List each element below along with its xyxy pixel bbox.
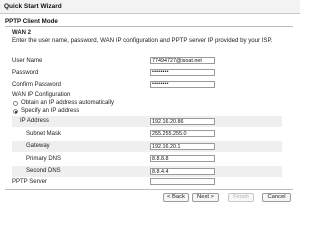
obtain-ip-auto-radio[interactable]: [13, 101, 18, 106]
finish-button-label: Finish: [233, 194, 249, 200]
subnet-mask-input[interactable]: [150, 130, 215, 137]
ip-address-row-bg: [12, 116, 282, 127]
user-name-label: User Name: [12, 58, 43, 64]
confirm-password-label: Confirm Password: [12, 82, 62, 88]
finish-button[interactable]: Finish: [228, 193, 254, 202]
wizard-title-bar: Quick Start Wizard: [0, 0, 300, 14]
section-divider: [5, 26, 293, 27]
password-label: Password: [12, 70, 39, 76]
user-name-input[interactable]: [150, 57, 215, 64]
cancel-button[interactable]: Cancel: [262, 193, 291, 202]
back-button[interactable]: < Back: [163, 193, 189, 202]
back-button-label: < Back: [167, 194, 185, 200]
specify-ip-label: Specify an IP address: [21, 108, 80, 114]
gateway-label: Gateway: [26, 143, 50, 149]
subnet-mask-label: Subnet Mask: [26, 131, 62, 137]
password-input[interactable]: ••••••••: [150, 69, 215, 76]
primary-dns-input[interactable]: [150, 155, 215, 162]
gateway-row-bg: [12, 141, 282, 152]
wan-description: Enter the user name, password, WAN IP co…: [12, 37, 273, 44]
second-dns-input[interactable]: [150, 168, 215, 175]
wan-label: WAN 2: [12, 30, 32, 36]
ip-address-label: IP Address: [20, 118, 49, 124]
gateway-input[interactable]: [150, 143, 215, 150]
pptp-server-label: PPTP Server: [12, 179, 47, 185]
primary-dns-label: Primary DNS: [26, 156, 62, 162]
footer-divider: [5, 189, 293, 190]
pptp-server-input[interactable]: [150, 178, 215, 185]
second-dns-label: Second DNS: [26, 168, 61, 174]
section-title: PPTP Client Mode: [5, 18, 58, 25]
wan-ip-config-label: WAN IP Configuration: [12, 92, 71, 98]
wizard-title: Quick Start Wizard: [4, 3, 62, 10]
cancel-button-label: Cancel: [267, 194, 286, 200]
next-button[interactable]: Next >: [192, 193, 219, 202]
ip-address-input[interactable]: [150, 118, 215, 125]
confirm-password-input[interactable]: ••••••••: [150, 81, 215, 88]
next-button-label: Next >: [197, 194, 214, 200]
obtain-ip-auto-label: Obtain an IP address automatically: [21, 100, 114, 106]
specify-ip-radio[interactable]: [13, 109, 18, 114]
